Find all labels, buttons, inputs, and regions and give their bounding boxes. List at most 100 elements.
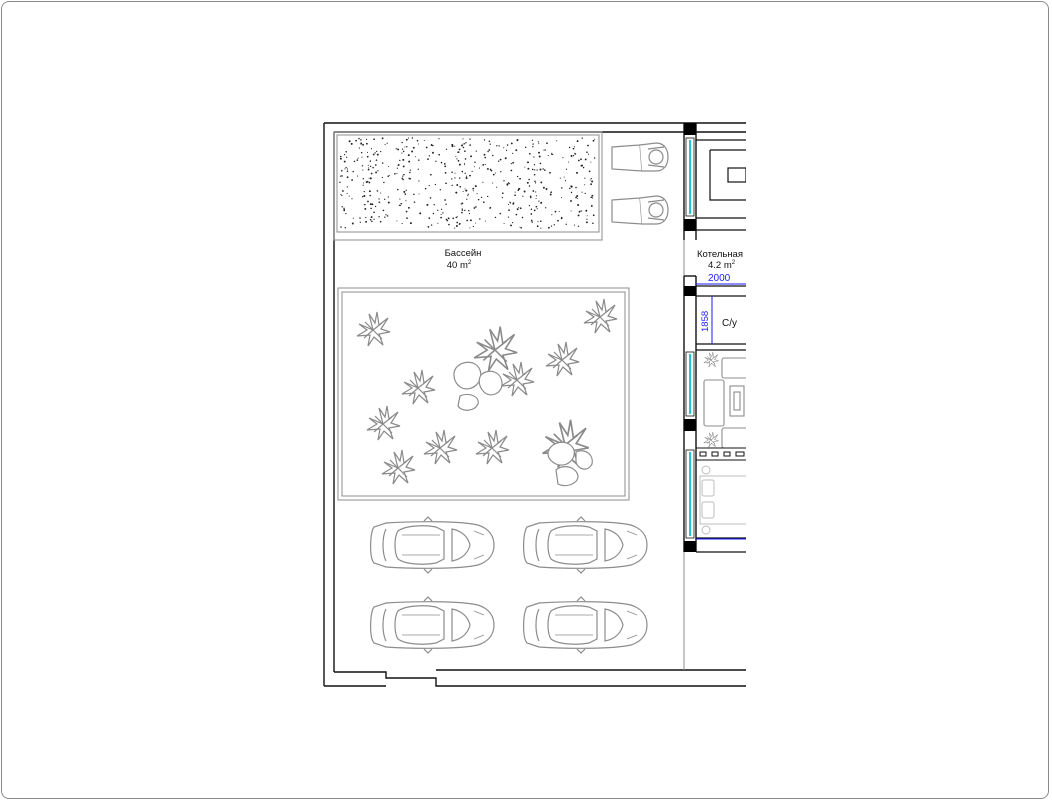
car-icon <box>523 596 648 654</box>
pool-hatch-dot <box>472 225 475 228</box>
pool-hatch-dot <box>346 168 348 170</box>
pool-hatch-dot <box>430 224 433 226</box>
pool-hatch-dot <box>366 155 369 158</box>
pool-hatch-dot <box>477 198 480 201</box>
room-divider <box>696 447 746 461</box>
pool-hatch-dot <box>538 143 540 145</box>
pool-hatch-dot <box>437 222 439 224</box>
pool-hatch-dot <box>367 168 370 171</box>
pool-hatch-dot <box>574 153 577 155</box>
pool-hatch-dot <box>573 146 576 148</box>
pool-hatch-dot <box>348 195 350 197</box>
pool-hatch-dot <box>396 188 399 191</box>
pool-hatch-dot <box>367 164 369 166</box>
pool-hatch-dot <box>437 209 439 211</box>
pool-hatch-dot <box>369 218 372 221</box>
pool-hatch-dot <box>512 161 514 164</box>
pool-hatch-dot <box>346 176 349 179</box>
pool-hatch-dot <box>527 161 529 164</box>
pool-hatch-dot <box>369 194 372 197</box>
pool-hatch-dot <box>592 214 595 217</box>
plant-icon <box>366 405 401 441</box>
pool-hatch-dot <box>399 159 401 162</box>
pool-hatch-dot <box>387 201 390 204</box>
pool-hatch-dot <box>454 227 456 229</box>
pool-hatch-dot <box>363 182 365 184</box>
pool-hatch-dot <box>474 161 476 163</box>
pool-hatch-dot <box>484 220 486 222</box>
pool-hatch-dot <box>351 179 354 181</box>
pool-hatch-dot <box>385 214 387 216</box>
pool-hatch-dot <box>536 208 538 210</box>
pool-hatch-dot <box>519 177 521 180</box>
pool-hatch-dot <box>550 225 553 227</box>
pool-hatch-dot <box>439 189 441 191</box>
pool-hatch-dot <box>543 169 546 171</box>
pool-hatch-dot <box>505 149 508 152</box>
plant-icon <box>381 449 416 485</box>
pool-hatch-dot <box>531 139 534 141</box>
pool-hatch-dot <box>573 224 576 226</box>
pool-hatch-dot <box>483 153 486 156</box>
pool-hatch-dot <box>534 182 537 184</box>
pool-hatch-dot <box>465 142 467 144</box>
pool-hatch-dot <box>339 157 342 160</box>
dimension-width-label: 2000 <box>708 273 731 284</box>
pool-hatch-dot <box>591 180 594 183</box>
pool-hatch-dot <box>397 148 400 151</box>
pool-hatch-dot <box>549 171 551 174</box>
pool-hatch-dot <box>455 191 458 194</box>
pool-hatch-dot <box>430 173 432 176</box>
pool-hatch-dot <box>488 149 491 151</box>
pool-hatch-dot <box>339 155 342 158</box>
pool-hatch-dot <box>484 156 486 159</box>
pool-hatch-dot <box>418 193 420 195</box>
pool-hatch-dot <box>345 212 347 215</box>
pool-hatch-dot <box>417 168 419 170</box>
pool-hatch-dot <box>382 209 385 212</box>
pool-hatch-dot <box>455 155 457 158</box>
pool-hatch-dot <box>501 197 503 199</box>
pool-hatch-dot <box>562 157 564 159</box>
pool-hatch-dot <box>356 159 359 161</box>
pool-hatch-dot <box>428 217 431 219</box>
pool-hatch-dot <box>577 198 579 199</box>
pool-hatch-dot <box>413 201 416 203</box>
pool-hatch-dot <box>526 181 529 184</box>
plant-icon <box>356 311 391 347</box>
pool-hatch-dot <box>461 208 463 210</box>
pool-hatch-dot <box>542 168 544 170</box>
pool-hatch-dot <box>515 213 518 216</box>
pool-hatch-dot <box>577 204 580 206</box>
pool-hatch-dot <box>404 193 407 195</box>
pool-hatch-dot <box>360 139 362 141</box>
pool-hatch-dot <box>532 146 534 148</box>
pool-hatch-dot <box>365 181 368 184</box>
pool-hatch-dot <box>432 212 435 215</box>
boiler-room-name: Котельная <box>697 249 743 260</box>
pool-hatch-dot <box>540 227 542 229</box>
pool-hatch-dot <box>396 172 398 175</box>
pool-hatch-dot <box>484 164 486 166</box>
pool-hatch-dot <box>535 197 537 200</box>
pool-hatch-dot <box>375 171 378 174</box>
pool-hatch-dot <box>558 210 560 212</box>
pool-hatch-dot <box>480 196 483 199</box>
pool-hatch-dot <box>411 150 414 153</box>
pool-hatch-dot <box>514 191 516 193</box>
pool-hatch-dot <box>406 217 408 219</box>
pool-hatch-dot <box>501 192 504 195</box>
pool-hatch-dot <box>445 182 447 185</box>
pool-hatch-dot <box>538 155 541 158</box>
pool-hatch-dot <box>440 216 442 219</box>
pool-hatch-dot <box>346 192 348 194</box>
pool-hatch-dot <box>516 208 519 211</box>
pool-hatch-dot <box>428 184 430 187</box>
pool-hatch-dot <box>356 175 359 177</box>
pool-hatch-dot <box>454 145 456 147</box>
pool-hatch-dot <box>590 161 592 163</box>
pool-hatch-dot <box>444 165 447 168</box>
pool-hatch-dot <box>405 200 407 202</box>
pool-hatch-dot <box>508 182 510 185</box>
pool-hatch-dot <box>461 209 464 211</box>
